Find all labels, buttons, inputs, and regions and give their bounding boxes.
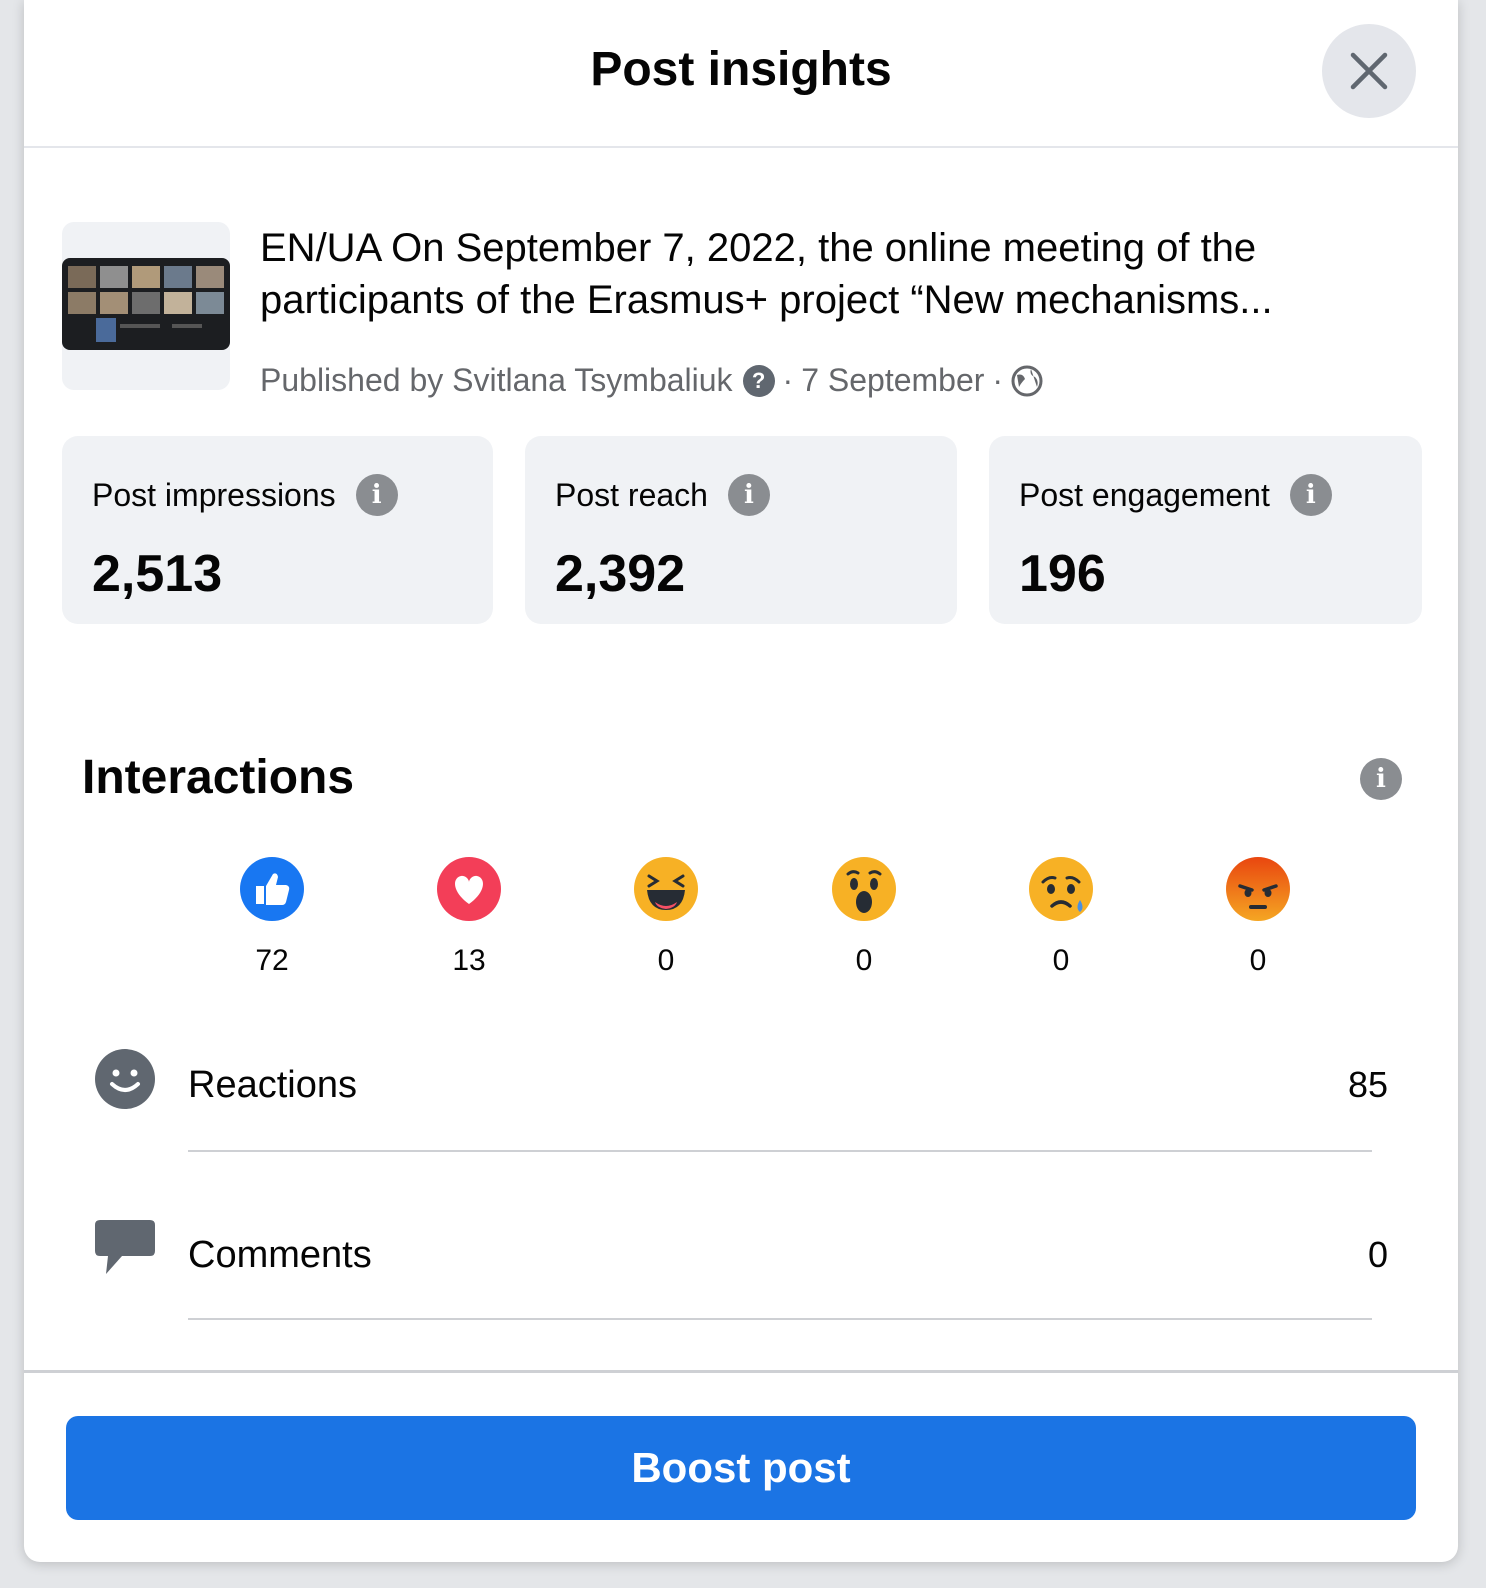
help-icon[interactable]: ? (742, 364, 775, 397)
reaction-count: 72 (255, 944, 289, 977)
comment-icon (95, 1220, 155, 1274)
meta-separator: · (992, 362, 1004, 398)
angry-reaction-icon (1226, 857, 1290, 921)
metric-label: Post impressions i (92, 474, 398, 516)
like-reaction-icon (240, 857, 304, 921)
post-date[interactable]: 7 September (801, 362, 984, 399)
reaction-count: 0 (657, 944, 675, 977)
reaction-angry: 0 (1198, 856, 1318, 978)
video-meeting-thumbnail-image (62, 258, 230, 350)
reaction-count: 0 (1249, 944, 1267, 977)
reaction-love: 13 (409, 856, 529, 978)
row-value: 85 (1347, 1064, 1388, 1105)
globe-icon (1011, 365, 1043, 396)
published-by: Published by Svitlana Tsymbaliuk (260, 362, 733, 398)
row-value: 0 (1367, 1234, 1388, 1275)
metric-label: Post engagement i (1019, 474, 1332, 516)
post-text-line: participants of the Erasmus+ project “Ne… (260, 278, 1273, 322)
boost-post-button[interactable]: Boost post (66, 1416, 1416, 1520)
info-icon[interactable]: i (1289, 474, 1332, 516)
reaction-wow: 0 (804, 856, 924, 978)
love-reaction-icon (437, 857, 501, 921)
reactions-breakdown: 72 13 0 0 0 0 (212, 856, 1292, 986)
metric-card-impressions: Post impressions i 2,513 (62, 436, 493, 624)
interactions-title: Interactions (82, 751, 355, 804)
wow-reaction-icon (832, 857, 896, 921)
metric-value: 2,392 (555, 545, 686, 603)
dialog-header: Post insights (24, 0, 1458, 148)
metric-card-reach: Post reach i 2,392 (525, 436, 957, 624)
info-icon[interactable]: i (355, 474, 398, 516)
reaction-haha: 0 (606, 856, 726, 978)
comments-row[interactable]: Comments 0 (94, 1218, 1388, 1298)
row-label: Reactions (188, 1064, 357, 1106)
divider (188, 1318, 1372, 1320)
reaction-like: 72 (212, 856, 332, 978)
reactions-row[interactable]: Reactions 85 (94, 1048, 1388, 1128)
metric-label-text: Post engagement (1019, 476, 1270, 513)
metric-value: 196 (1019, 545, 1106, 603)
metric-label-text: Post impressions (92, 476, 336, 513)
metric-card-engagement: Post engagement i 196 (989, 436, 1422, 624)
metric-label: Post reach i (555, 474, 770, 516)
row-label: Comments (188, 1234, 372, 1276)
post-insights-dialog: Post insights EN/UA On September 7, 2022… (24, 0, 1458, 1562)
post-text-line: EN/UA On September 7, 2022, the online m… (260, 226, 1257, 270)
reaction-count: 0 (855, 944, 873, 977)
footer-divider (24, 1370, 1458, 1373)
dialog-title: Post insights (590, 43, 892, 96)
metric-value: 2,513 (92, 545, 223, 603)
close-button[interactable] (1322, 24, 1416, 118)
post-text[interactable]: EN/UA On September 7, 2022, the online m… (260, 222, 1418, 326)
sad-reaction-icon (1029, 857, 1093, 921)
metric-label-text: Post reach (555, 476, 708, 513)
info-icon[interactable]: i (727, 474, 770, 516)
metrics-row: Post impressions i 2,513 Post reach i 2,… (62, 436, 1422, 624)
post-meta: Published by Svitlana Tsymbaliuk ? · 7 S… (260, 362, 1418, 399)
meta-separator: · (782, 362, 794, 398)
divider (188, 1150, 1372, 1152)
post-thumbnail[interactable] (62, 222, 230, 390)
reaction-sad: 0 (1001, 856, 1121, 978)
reaction-count: 0 (1052, 944, 1070, 977)
close-icon (1350, 52, 1388, 90)
haha-reaction-icon (634, 857, 698, 921)
smiley-icon (95, 1049, 155, 1109)
reaction-count: 13 (452, 944, 486, 977)
info-icon[interactable]: i (1360, 758, 1402, 800)
post-summary: EN/UA On September 7, 2022, the online m… (62, 222, 1418, 402)
